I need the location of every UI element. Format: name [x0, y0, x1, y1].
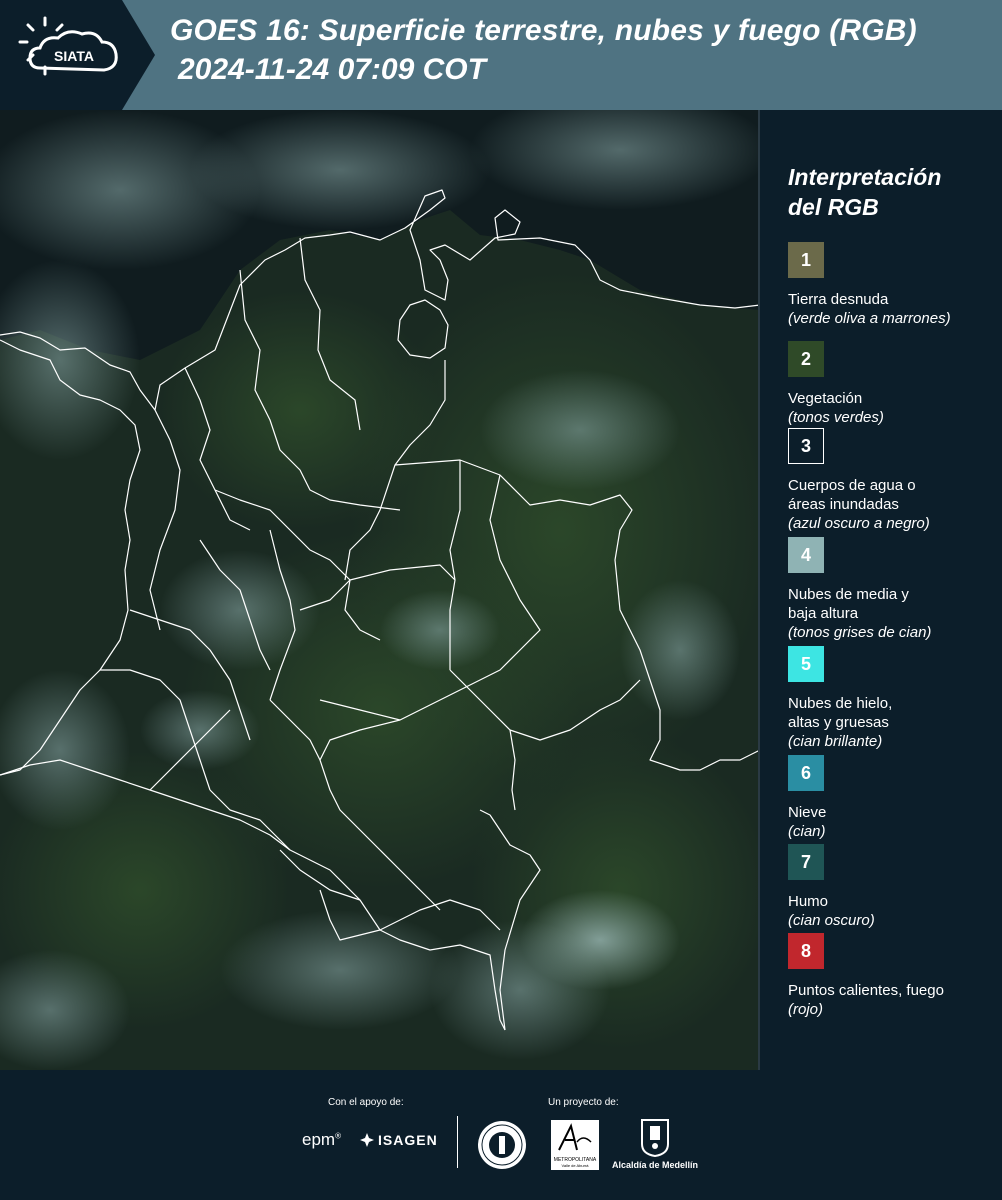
legend-item: 6 Nieve (cian) — [788, 755, 998, 841]
legend-swatch: 7 — [788, 844, 824, 880]
epm-logo: epm® — [302, 1130, 341, 1149]
legend-label: Tierra desnuda — [788, 291, 889, 308]
legend-sublabel: (cian oscuro) — [788, 912, 875, 929]
legend-item: 1 Tierra desnuda (verde oliva a marrones) — [788, 242, 998, 328]
medellin-shield-icon — [640, 1118, 670, 1163]
legend-item: 8 Puntos calientes, fuego (rojo) — [788, 933, 998, 1019]
project-label: Un proyecto de: — [548, 1097, 619, 1108]
legend-label: Nubes de hielo, altas y gruesas — [788, 695, 893, 731]
isagen-logo: ISAGEN — [360, 1132, 438, 1148]
legend-swatch: 4 — [788, 537, 824, 573]
legend-swatch: 1 — [788, 242, 824, 278]
isagen-logo-text: ISAGEN — [378, 1132, 438, 1148]
satellite-map — [0, 110, 760, 1070]
university-seal-icon — [477, 1120, 527, 1175]
legend-label: Puntos calientes, fuego — [788, 982, 944, 999]
alcaldia-label: Alcaldía de Medellín — [612, 1160, 699, 1170]
legend-sublabel: (verde oliva a marrones) — [788, 310, 951, 327]
legend-label: Nubes de media y baja altura — [788, 586, 909, 622]
legend-item: 4 Nubes de media y baja altura (tonos gris… — [788, 537, 998, 642]
legend-swatch: 2 — [788, 341, 824, 377]
legend-title: Interpretación del RGB — [788, 164, 942, 220]
legend-item: 5 Nubes de hielo, altas y gruesas (cian br… — [788, 646, 998, 751]
area-metropolitana-logo: METROPOLITANA Valle de Aburrá — [551, 1120, 599, 1170]
page-title: GOES 16: Superficie terrestre, nubes y f… — [170, 14, 917, 47]
legend-swatch: 8 — [788, 933, 824, 969]
area-line2: Valle de Aburrá — [561, 1163, 589, 1168]
legend-label: Vegetación — [788, 390, 863, 407]
legend-label: Nieve — [788, 804, 827, 821]
support-label: Con el apoyo de: — [328, 1097, 404, 1108]
legend-item: 2 Vegetación (tonos verdes) — [788, 341, 998, 427]
legend-sublabel: (rojo) — [788, 1001, 824, 1018]
isagen-icon — [360, 1133, 374, 1147]
legend-sublabel: (cian brillante) — [788, 733, 883, 750]
legend-label: Humo — [788, 893, 829, 910]
legend-sublabel: (tonos grises de cian) — [788, 624, 932, 641]
epm-logo-text: epm — [302, 1130, 336, 1149]
legend-sublabel: (azul oscuro a negro) — [788, 515, 930, 532]
siata-logo: SIATA — [0, 0, 160, 110]
legend-label: Cuerpos de agua o áreas inundadas — [788, 477, 916, 513]
footer-divider — [457, 1116, 458, 1168]
legend-item: 3 Cuerpos de agua o áreas inundadas (azul … — [788, 428, 998, 533]
area-metropolitana-icon — [558, 1123, 592, 1151]
footer: Con el apoyo de: Un proyecto de: epm® IS… — [0, 1070, 1002, 1200]
legend-panel: Interpretación del RGB 1 Tierra desnuda (v… — [762, 110, 1002, 1070]
legend-swatch: 5 — [788, 646, 824, 682]
legend-swatch: 3 — [788, 428, 824, 464]
legend-item: 7 Humo (cian oscuro) — [788, 844, 998, 930]
legend-sublabel: (tonos verdes) — [788, 409, 884, 426]
timestamp: 2024-11-24 07:09 COT — [178, 53, 486, 86]
map-canvas — [0, 110, 758, 1070]
logo-text: SIATA — [54, 48, 94, 64]
legend-swatch: 6 — [788, 755, 824, 791]
header-bar: SIATA GOES 16: Superficie terrestre, nub… — [0, 0, 1002, 110]
legend-sublabel: (cian) — [788, 823, 826, 840]
